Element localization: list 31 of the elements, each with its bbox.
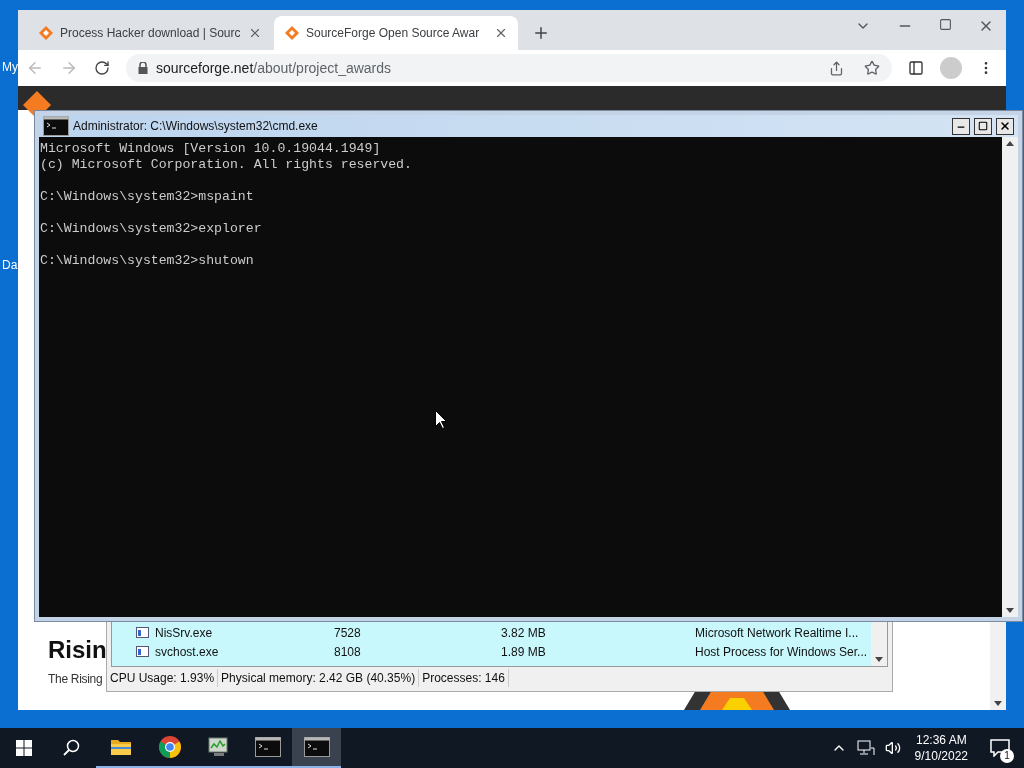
page-paragraph: The Rising bbox=[48, 671, 103, 688]
console-line: C:\Windows\system32>explorer bbox=[40, 221, 263, 237]
address-bar[interactable]: sourceforge.net/about/project_awards bbox=[126, 54, 892, 82]
table-cell-text: 1.89 MB bbox=[501, 643, 547, 661]
tab-title: SourceForge Open Source Awar bbox=[306, 25, 481, 42]
url-text: sourceforge.net/about/project_awards bbox=[156, 58, 392, 78]
clock-date: 9/10/2022 bbox=[914, 748, 968, 764]
status-text: Processes: 146 bbox=[419, 669, 509, 687]
window-title: Administrator: C:\Windows\system32\cmd.exe bbox=[73, 118, 319, 135]
clock-time: 12:36 AM bbox=[915, 732, 967, 748]
table-cell-text: Host Process for Windows Ser... bbox=[695, 643, 868, 661]
clock[interactable]: 12:36 AM 9/10/2022 bbox=[910, 732, 972, 764]
console-line: (c) Microsoft Corporation. All rights reserved. bbox=[40, 157, 413, 173]
status-text: CPU Usage: 1.93% bbox=[107, 669, 219, 687]
console-line: Microsoft Windows [Version 10.0.19044.1949] bbox=[40, 141, 382, 157]
notification-badge: 1 bbox=[1000, 749, 1014, 763]
table-cell-text: 3.82 MB bbox=[501, 624, 547, 642]
tab-title: Process Hacker download | Sourc bbox=[60, 25, 242, 42]
table-cell-text: Microsoft Network Realtime I... bbox=[695, 624, 859, 642]
browser-tab[interactable]: Process Hacker download | Sourc bbox=[28, 16, 272, 50]
console-line: C:\Windows\system32>mspaint bbox=[40, 189, 255, 205]
table-cell-text: svchost.exe bbox=[155, 643, 220, 661]
table-cell-text: 8108 bbox=[334, 643, 362, 661]
table-cell-text: NisSrv.exe bbox=[155, 624, 214, 642]
table-cell-text: 7528 bbox=[334, 624, 362, 642]
status-text: Physical memory: 2.42 GB (40.35%) bbox=[218, 669, 420, 687]
console-line: C:\Windows\system32>shutown bbox=[40, 253, 255, 269]
desktop-icon-label: Da bbox=[2, 257, 18, 274]
page-heading: Risin bbox=[48, 635, 107, 665]
desktop-icon-label: My bbox=[2, 59, 18, 76]
browser-tab[interactable]: SourceForge Open Source Awar bbox=[274, 16, 518, 50]
